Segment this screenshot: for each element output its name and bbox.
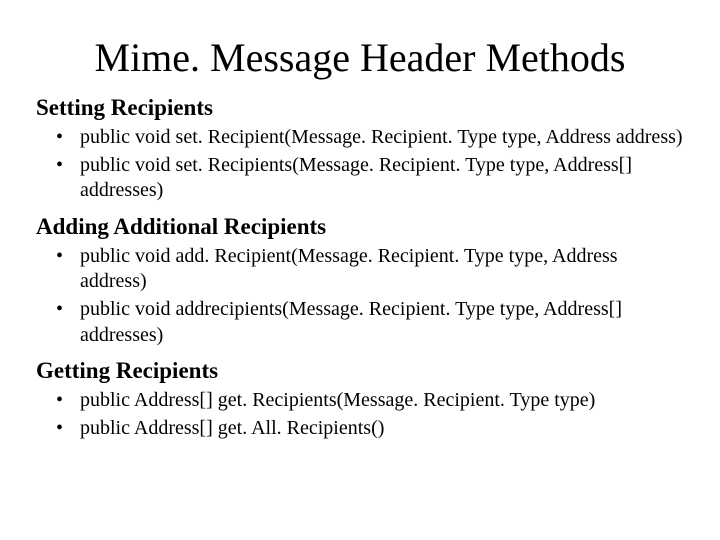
section-heading-adding: Adding Additional Recipients (36, 214, 684, 240)
list-item: public Address[] get. Recipients(Message… (72, 388, 684, 414)
bullet-list-setting: public void set. Recipient(Message. Reci… (36, 125, 684, 204)
section-heading-setting: Setting Recipients (36, 95, 684, 121)
list-item: public void add. Recipient(Message. Reci… (72, 244, 684, 295)
list-item: public Address[] get. All. Recipients() (72, 416, 684, 442)
list-item: public void set. Recipients(Message. Rec… (72, 153, 684, 204)
list-item: public void set. Recipient(Message. Reci… (72, 125, 684, 151)
section-heading-getting: Getting Recipients (36, 358, 684, 384)
list-item: public void addrecipients(Message. Recip… (72, 297, 684, 348)
bullet-list-adding: public void add. Recipient(Message. Reci… (36, 244, 684, 348)
bullet-list-getting: public Address[] get. Recipients(Message… (36, 388, 684, 441)
slide: Mime. Message Header Methods Setting Rec… (0, 0, 720, 540)
slide-title: Mime. Message Header Methods (36, 34, 684, 81)
